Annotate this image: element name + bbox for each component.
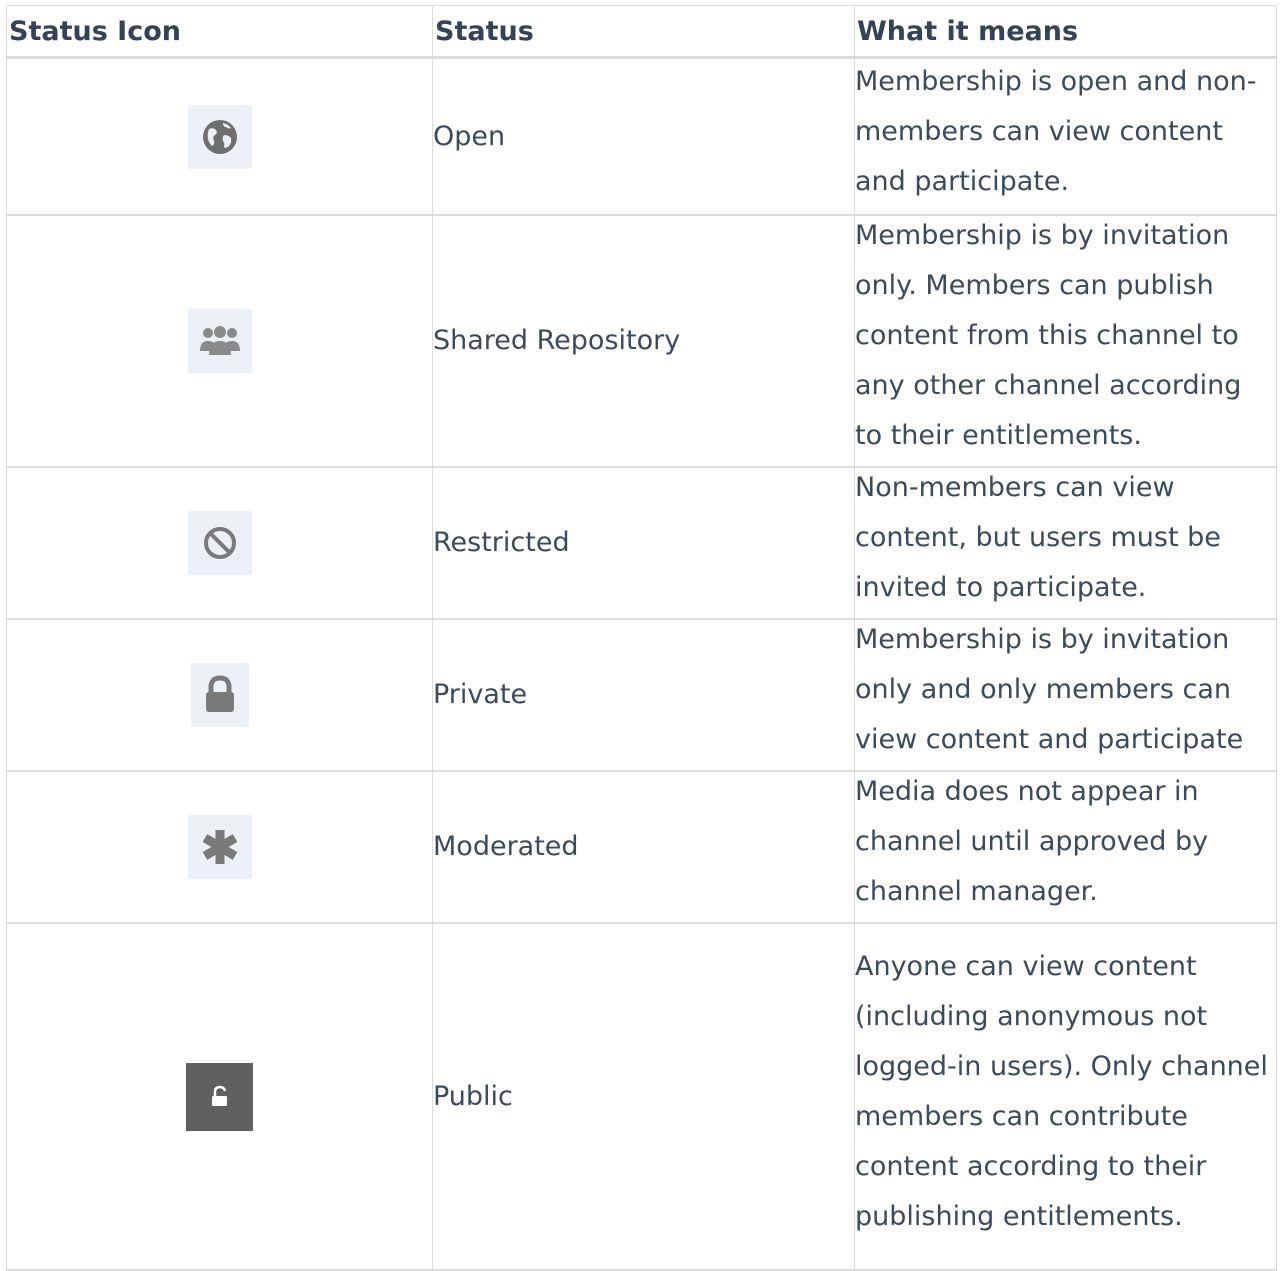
status-cell: Moderated (432, 770, 855, 924)
status-cell: Private (432, 618, 855, 772)
lock-icon (190, 663, 249, 727)
table-row: Shared Repository Membership is by invit… (6, 214, 1277, 468)
table-header-row: Status Icon Status What it means (6, 5, 1277, 59)
icon-cell (6, 466, 433, 620)
status-table-page: Status Icon Status What it means Open Me… (0, 0, 1282, 1271)
meaning-cell: Anyone can view content (including anony… (854, 922, 1277, 1271)
header-status: Status (432, 5, 855, 59)
channel-status-table: Status Icon Status What it means Open Me… (6, 5, 1277, 1271)
meaning-cell: Non-members can view content, but users … (854, 466, 1277, 620)
asterisk-icon (187, 815, 252, 879)
table-row: Restricted Non-members can view content,… (6, 466, 1277, 620)
unlock-icon (186, 1062, 253, 1131)
table-row: Private Membership is by invitation only… (6, 618, 1277, 772)
globe-icon (187, 104, 252, 169)
status-cell: Public (432, 922, 855, 1271)
meaning-text: Membership is by invitation only and onl… (855, 624, 1244, 755)
users-icon (187, 309, 252, 373)
status-cell: Shared Repository (432, 214, 855, 468)
icon-cell (6, 922, 433, 1271)
icon-cell (6, 57, 433, 216)
meaning-cell: Membership is by invitation only and onl… (854, 618, 1277, 772)
table-row: Public Anyone can view content (includin… (6, 922, 1277, 1271)
ban-icon (187, 511, 252, 575)
meaning-cell: Media does not appear in channel until a… (854, 770, 1277, 924)
table-row: Open Membership is open and non-members … (6, 57, 1277, 216)
meaning-text: Media does not appear in channel until a… (855, 776, 1209, 907)
meaning-text: Non-members can view content, but users … (855, 472, 1221, 603)
icon-cell (6, 770, 433, 924)
icon-cell (6, 618, 433, 772)
table-row: Moderated Media does not appear in chann… (6, 770, 1277, 924)
status-cell: Restricted (432, 466, 855, 620)
meaning-text: Anyone can view content (including anony… (855, 950, 1268, 1232)
meaning-text: Membership is by invitation only. Member… (855, 220, 1242, 451)
header-status-icon: Status Icon (6, 5, 433, 59)
status-cell: Open (432, 57, 855, 216)
meaning-cell: Membership is by invitation only. Member… (854, 214, 1277, 468)
icon-cell (6, 214, 433, 468)
header-what-it-means: What it means (854, 5, 1277, 59)
meaning-text: Membership is open and non-members can v… (855, 65, 1257, 197)
meaning-cell: Membership is open and non-members can v… (854, 57, 1277, 216)
